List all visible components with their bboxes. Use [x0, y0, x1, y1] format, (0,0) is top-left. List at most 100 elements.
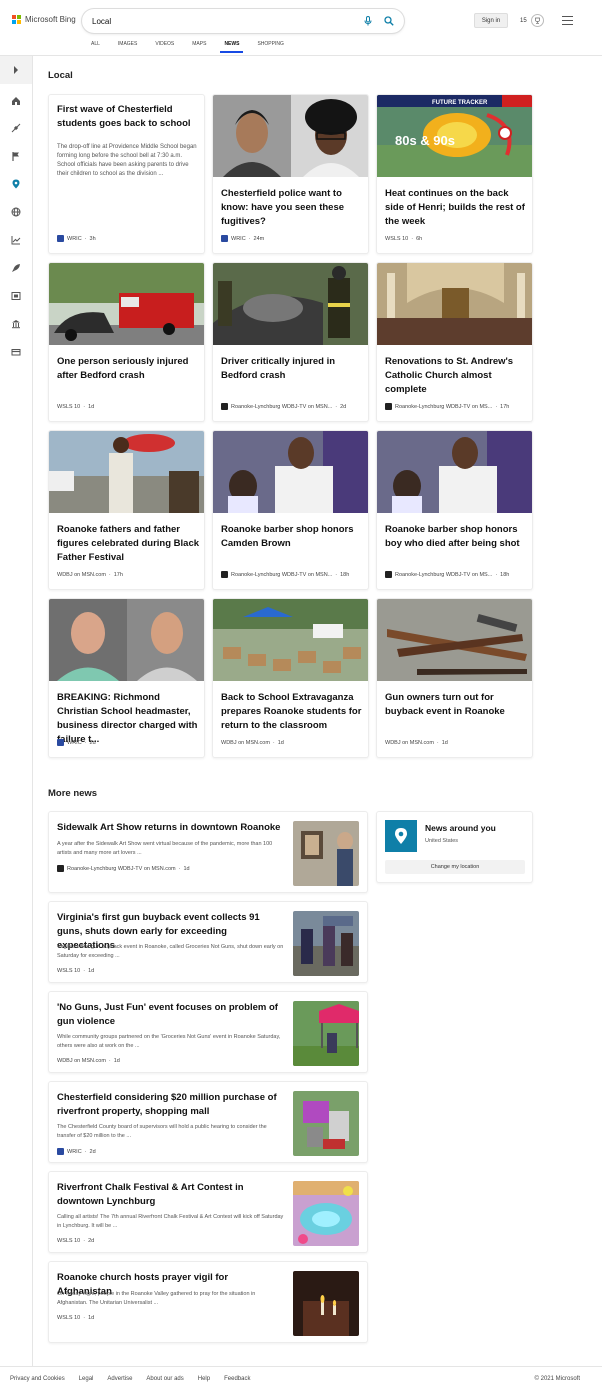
news-card[interactable]: BREAKING: Richmond Christian School head…	[48, 598, 205, 758]
location-icon[interactable]	[11, 179, 21, 189]
card-title[interactable]: One person seriously injured after Bedfo…	[57, 355, 199, 383]
news-card[interactable]: Gun owners turn out for buyback event in…	[376, 598, 533, 758]
card-source: Roanoke-Lynchburg WDBJ-TV on MSN... · 18h	[221, 571, 366, 578]
news-card[interactable]: Chesterfield police want to know: have y…	[212, 94, 369, 254]
card-title[interactable]: Back to School Extravaganza prepares Roa…	[221, 691, 363, 733]
card-title[interactable]: Driver critically injured in Bedford cra…	[221, 355, 363, 383]
news-list-item[interactable]: 'No Guns, Just Fun' event focuses on pro…	[48, 991, 368, 1073]
search-input[interactable]	[92, 16, 364, 26]
news-item-source: WRIC · 2d	[57, 1148, 96, 1155]
source-time: 1d	[183, 865, 190, 872]
news-item-title[interactable]: Riverfront Chalk Festival & Art Contest …	[57, 1181, 285, 1209]
card-source: WSLS 10 · 6h	[385, 236, 423, 242]
news-item-snippet: Calling all artists! The 7th annual Rive…	[57, 1214, 284, 1229]
source-time: 24m	[253, 235, 265, 242]
location-pin-icon	[385, 820, 417, 852]
source-name: WRIC	[67, 1148, 82, 1155]
news-list-item[interactable]: Chesterfield considering $20 million pur…	[48, 1081, 368, 1163]
card-source: Roanoke-Lynchburg WDBJ-TV on MSN... · 2d	[221, 403, 366, 410]
news-card[interactable]: Back to School Extravaganza prepares Roa…	[212, 598, 369, 758]
tab-videos[interactable]: VIDEOS	[146, 40, 183, 53]
footer-link-feedback[interactable]: Feedback	[224, 1376, 250, 1382]
bank-icon[interactable]	[11, 319, 21, 329]
source-name: WDBJ on MSN.com	[385, 740, 434, 746]
footer: Privacy and Cookies Legal Advertise Abou…	[0, 1366, 602, 1391]
film-icon[interactable]	[11, 291, 21, 301]
home-icon[interactable]	[11, 96, 21, 106]
news-item-thumbnail	[293, 1091, 359, 1156]
news-item-snippet: The Chesterfield County board of supervi…	[57, 1124, 267, 1139]
card-title[interactable]: Renovations to St. Andrew's Catholic Chu…	[385, 355, 527, 397]
news-card[interactable]: Roanoke barber shop honors Camden Brown …	[212, 430, 369, 590]
card-source: Roanoke-Lynchburg WDBJ-TV on MS... · 17h	[385, 403, 530, 410]
news-item-thumbnail	[293, 1181, 359, 1246]
source-time: 1d	[88, 968, 95, 974]
money-icon[interactable]	[11, 347, 21, 357]
news-list-item[interactable]: Roanoke church hosts prayer vigil for Af…	[48, 1261, 368, 1343]
tab-shopping[interactable]: SHOPPING	[248, 40, 292, 53]
news-item-title[interactable]: 'No Guns, Just Fun' event focuses on pro…	[57, 1001, 285, 1029]
news-item-thumbnail	[293, 1001, 359, 1066]
news-list-item[interactable]: Virginia's first gun buyback event colle…	[48, 901, 368, 983]
weather-map-image: 80s & 90s FUTURE TRACKER	[377, 95, 532, 177]
news-card[interactable]: Roanoke barber shop honors boy who died …	[376, 430, 533, 590]
source-name: WSLS 10	[57, 968, 81, 974]
bing-logo[interactable]: Microsoft Bing	[12, 15, 76, 24]
rocket-icon[interactable]	[11, 263, 21, 273]
menu-icon[interactable]	[562, 16, 573, 28]
news-card[interactable]: Renovations to St. Andrew's Catholic Chu…	[376, 262, 533, 422]
source-name: WDBJ on MSN.com	[57, 1058, 106, 1064]
news-list-item[interactable]: Sidewalk Art Show returns in downtown Ro…	[48, 811, 368, 893]
news-list-item[interactable]: Riverfront Chalk Festival & Art Contest …	[48, 1171, 368, 1253]
source-name: WSLS 10	[57, 1238, 81, 1244]
footer-link-legal[interactable]: Legal	[79, 1376, 94, 1382]
microphone-icon[interactable]	[364, 16, 372, 26]
tab-images[interactable]: IMAGES	[109, 40, 146, 53]
card-title[interactable]: Gun owners turn out for buyback event in…	[385, 691, 527, 719]
card-title[interactable]: Roanoke barber shop honors boy who died …	[385, 523, 527, 551]
tab-news[interactable]: NEWS	[215, 40, 248, 53]
card-title[interactable]: Roanoke barber shop honors Camden Brown	[221, 523, 363, 551]
footer-link-help[interactable]: Help	[198, 1376, 210, 1382]
card-source: WDBJ on MSN.com · 1d	[385, 740, 448, 746]
card-title[interactable]: Heat continues on the back side of Henri…	[385, 187, 527, 229]
guns-image	[377, 599, 532, 681]
footer-link-advertise[interactable]: Advertise	[107, 1376, 132, 1382]
news-card[interactable]: First wave of Chesterfield students goes…	[48, 94, 205, 254]
news-card[interactable]: Roanoke fathers and father figures celeb…	[48, 430, 205, 590]
card-title[interactable]: Roanoke fathers and father figures celeb…	[57, 523, 199, 565]
wdbj-logo-icon	[57, 865, 64, 872]
footer-link-about-ads[interactable]: About our ads	[146, 1376, 183, 1382]
news-item-snippet: A year after the Sidewalk Art Show went …	[57, 841, 273, 856]
card-title[interactable]: First wave of Chesterfield students goes…	[57, 103, 199, 131]
news-item-title[interactable]: Chesterfield considering $20 million pur…	[57, 1091, 285, 1119]
source-time: 1d	[277, 740, 284, 746]
barber-shop-image	[213, 431, 368, 513]
change-location-button[interactable]: Change my location	[385, 860, 525, 874]
news-card[interactable]: 80s & 90s FUTURE TRACKER Heat continues …	[376, 94, 533, 254]
flag-icon[interactable]	[11, 151, 21, 161]
signin-button[interactable]: Sign in	[474, 13, 508, 28]
weather-banner-label: FUTURE TRACKER	[432, 100, 488, 106]
news-item-title[interactable]: Sidewalk Art Show returns in downtown Ro…	[57, 821, 285, 835]
tab-maps[interactable]: MAPS	[183, 40, 215, 53]
news-item-source: WSLS 10 · 2d	[57, 1238, 95, 1244]
news-card[interactable]: One person seriously injured after Bedfo…	[48, 262, 205, 422]
footer-link-privacy[interactable]: Privacy and Cookies	[10, 1376, 65, 1382]
card-title[interactable]: Chesterfield police want to know: have y…	[221, 187, 363, 229]
card-source: Roanoke-Lynchburg WDBJ-TV on MS... · 18h	[385, 571, 530, 578]
source-time: 1d	[113, 1058, 120, 1064]
rewards-button[interactable]: 15	[520, 14, 544, 27]
globe-icon[interactable]	[11, 207, 21, 217]
news-item-source: WDBJ on MSN.com · 1d	[57, 1058, 120, 1064]
header: Microsoft Bing Sign in 15 ALL IMAGES VID…	[0, 0, 602, 56]
source-time: 2d	[89, 1148, 96, 1155]
sidebar-expand-button[interactable]	[0, 56, 32, 84]
chart-icon[interactable]	[11, 235, 21, 245]
news-item-thumbnail	[293, 821, 359, 886]
tab-all[interactable]: ALL	[82, 40, 109, 53]
news-card[interactable]: Driver critically injured in Bedford cra…	[212, 262, 369, 422]
source-time: 1d	[88, 404, 95, 410]
search-icon[interactable]	[384, 16, 394, 26]
satellite-icon[interactable]	[11, 123, 21, 133]
